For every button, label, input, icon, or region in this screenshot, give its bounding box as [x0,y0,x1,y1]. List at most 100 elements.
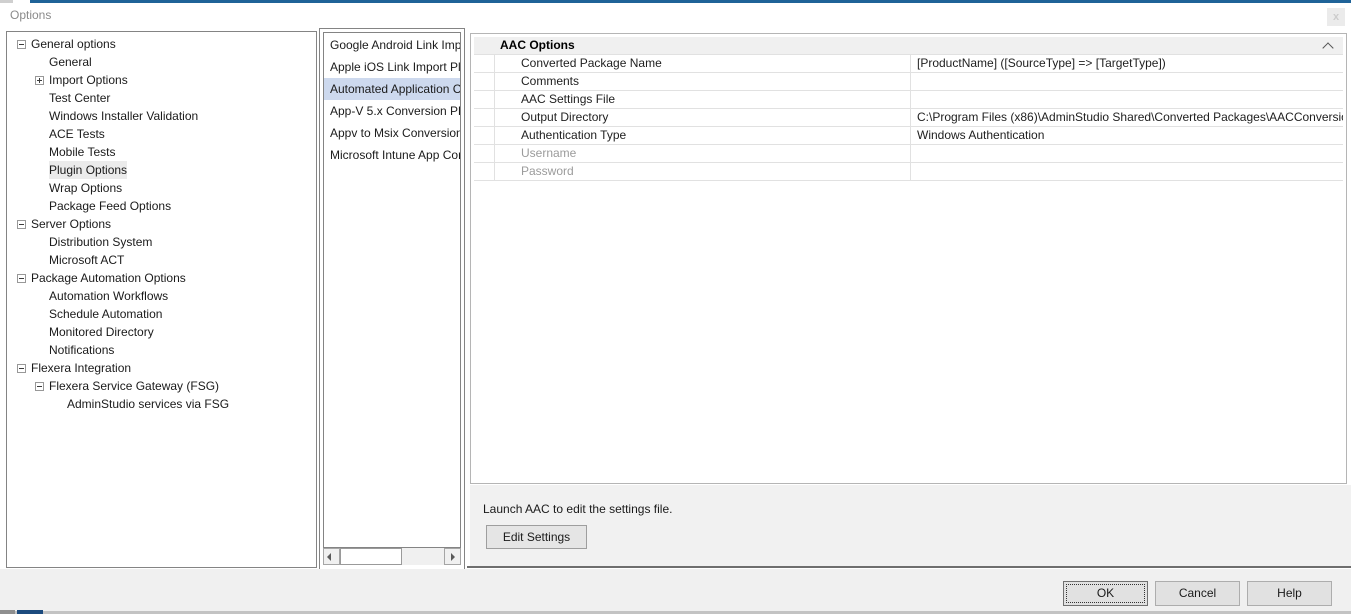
cancel-button[interactable]: Cancel [1155,581,1240,606]
aac-options-panel: AAC Options Converted Package Name[Produ… [470,33,1347,484]
property-row-output-directory: Output DirectoryC:\Program Files (x86)\A… [474,109,1343,127]
tree-item-label: Windows Installer Validation [49,107,198,125]
tree-collapse-icon[interactable] [17,274,26,283]
property-value [911,163,1343,180]
plugin-list: Google Android Link Imp Apple iOS Link I… [323,32,461,548]
tree-collapse-icon[interactable] [17,364,26,373]
tree-item-package-feed-options[interactable]: Package Feed Options [7,197,316,215]
plugin-item-microsoft-intune[interactable]: Microsoft Intune App Con [324,144,460,166]
ok-button[interactable]: OK [1063,581,1148,606]
tree-item-label: Server Options [31,215,111,233]
help-button[interactable]: Help [1247,581,1332,606]
tree-item-ace-tests[interactable]: ACE Tests [7,125,316,143]
tree-item-label: Package Automation Options [31,269,186,287]
panel-bottom-divider [467,566,1351,568]
tree-item-package-automation-options[interactable]: Package Automation Options [7,269,316,287]
scroll-right-button[interactable] [444,548,461,565]
tree-item-mobile-tests[interactable]: Mobile Tests [7,143,316,161]
property-row-password: Password [474,163,1343,181]
tree-item-microsoft-act[interactable]: Microsoft ACT [7,251,316,269]
tree-item-notifications[interactable]: Notifications [7,341,316,359]
dialog-footer: OK Cancel Help [0,569,1351,611]
tree-item-windows-installer-validation[interactable]: Windows Installer Validation [7,107,316,125]
plugin-list-frame: Google Android Link Imp Apple iOS Link I… [319,28,465,570]
edit-settings-button[interactable]: Edit Settings [486,525,587,549]
tree-item-flexera-integration[interactable]: Flexera Integration [7,359,316,377]
plugin-item-google-android[interactable]: Google Android Link Imp [324,34,460,56]
options-tree: General options General Import Options T… [6,31,317,568]
property-row-aac-settings-file: AAC Settings File [474,91,1343,109]
plugin-item-automated-application[interactable]: Automated Application C [324,78,460,100]
plugin-item-appv-5x[interactable]: App-V 5.x Conversion Plu [324,100,460,122]
scroll-left-button[interactable] [323,548,340,565]
row-gutter [474,91,495,108]
close-icon[interactable]: x [1327,8,1345,26]
row-gutter [474,55,495,72]
tree-item-import-options[interactable]: Import Options [7,71,316,89]
tree-item-label: General options [31,35,116,53]
tree-collapse-icon[interactable] [17,220,26,229]
plugin-item-apple-ios[interactable]: Apple iOS Link Import Plu [324,56,460,78]
property-row-authentication-type: Authentication TypeWindows Authenticatio… [474,127,1343,145]
tree-item-test-center[interactable]: Test Center [7,89,316,107]
taskbar-accent-fragment [17,610,43,614]
collapse-chevron-icon[interactable] [1324,42,1333,51]
aac-options-header[interactable]: AAC Options [474,37,1343,54]
tree-item-monitored-directory[interactable]: Monitored Directory [7,323,316,341]
tree-item-adminstudio-services-via-fsg[interactable]: AdminStudio services via FSG [7,395,316,413]
launch-section: Launch AAC to edit the settings file. Ed… [470,485,1351,566]
property-value[interactable] [911,73,1343,90]
aac-options-header-label: AAC Options [500,38,575,52]
tree-item-plugin-options[interactable]: Plugin Options [7,161,316,179]
tree-item-label: Monitored Directory [49,323,154,341]
tree-item-label: Package Feed Options [49,197,171,215]
tree-item-label: Import Options [49,71,128,89]
window-top-accent [30,0,1351,3]
scroll-left-icon [327,553,331,561]
tree-collapse-icon[interactable] [35,382,44,391]
row-gutter [474,109,495,126]
window-title: Options [10,8,51,22]
row-gutter [474,145,495,162]
property-value[interactable]: C:\Program Files (x86)\AdminStudio Share… [911,109,1343,126]
tree-item-server-options[interactable]: Server Options [7,215,316,233]
tree-item-general-options[interactable]: General options [7,35,316,53]
tree-item-flexera-service-gateway[interactable]: Flexera Service Gateway (FSG) [7,377,316,395]
tree-item-label: Automation Workflows [49,287,168,305]
property-row-username: Username [474,145,1343,163]
launch-instruction-text: Launch AAC to edit the settings file. [470,485,1351,516]
property-name: Authentication Type [495,127,911,144]
horizontal-scrollbar[interactable] [323,548,461,565]
tree-item-automation-workflows[interactable]: Automation Workflows [7,287,316,305]
property-value[interactable] [911,91,1343,108]
tree-item-general[interactable]: General [7,53,316,71]
tree-item-label: Microsoft ACT [49,251,124,269]
tree-item-label: Mobile Tests [49,143,115,161]
property-value[interactable]: [ProductName] ([SourceType] => [TargetTy… [911,55,1343,72]
tree-item-schedule-automation[interactable]: Schedule Automation [7,305,316,323]
row-gutter [474,127,495,144]
scroll-right-icon [451,553,455,561]
tree-item-label: Wrap Options [49,179,122,197]
property-value [911,145,1343,162]
property-name: Comments [495,73,911,90]
tree-item-wrap-options[interactable]: Wrap Options [7,179,316,197]
scrollbar-thumb[interactable] [340,548,402,565]
tree-item-label: AdminStudio services via FSG [67,395,229,413]
property-name: AAC Settings File [495,91,911,108]
tree-item-label: General [49,53,92,71]
tree-item-label: Plugin Options [49,161,127,179]
plugin-item-appv-to-msix[interactable]: Appv to Msix Conversion [324,122,460,144]
tree-item-label: Test Center [49,89,110,107]
property-row-comments: Comments [474,73,1343,91]
property-name: Password [495,163,911,180]
tree-item-label: Flexera Integration [31,359,131,377]
property-name: Output Directory [495,109,911,126]
property-row-converted-package-name: Converted Package Name[ProductName] ([So… [474,55,1343,73]
tree-item-label: Schedule Automation [49,305,162,323]
tree-expand-icon[interactable] [35,76,44,85]
property-name: Username [495,145,911,162]
tree-collapse-icon[interactable] [17,40,26,49]
property-value[interactable]: Windows Authentication [911,127,1343,144]
tree-item-distribution-system[interactable]: Distribution System [7,233,316,251]
